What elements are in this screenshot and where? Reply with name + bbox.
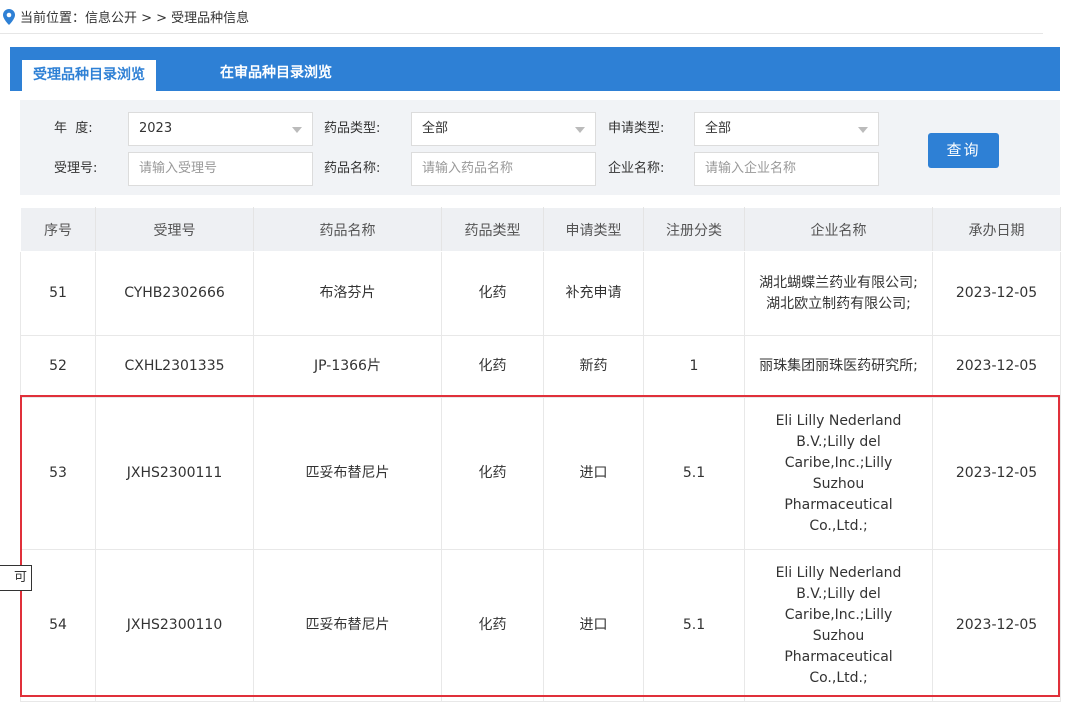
cell-accept-no[interactable]: JXHS2300111 [95,397,254,550]
cell-company: 湖北蝴蝶兰药业有限公司;湖北欧立制药有限公司; [744,251,933,336]
year-label: 年 度: [54,121,93,136]
col-header-accept-no: 受理号 [95,207,254,252]
cell-reg-class: 1 [643,335,745,398]
cell-reg-class: 5.1 [643,397,745,550]
cell-drug-name: 布洛芬片 [253,251,442,336]
results-table: 序号 受理号 药品名称 药品类型 申请类型 注册分类 企业名称 承办日期 51 … [20,207,1061,702]
cell-accept-no[interactable]: CYHB2302666 [95,251,254,336]
year-value: 2023 [139,121,173,136]
breadcrumb-text: 当前位置：信息公开 > > 受理品种信息 [20,11,250,26]
col-header-reg-class: 注册分类 [643,207,745,252]
cell-apply-type: 新药 [543,335,644,398]
drug-name-label: 药品名称: [324,161,381,176]
cell-drug-name: 匹妥布替尼片 [253,549,442,702]
col-header-apply-type: 申请类型 [543,207,644,252]
apply-type-select[interactable]: 全部 [694,112,879,146]
accept-no-label: 受理号: [54,161,98,176]
col-header-company: 企业名称 [744,207,933,252]
cell-reg-class [643,251,745,336]
cell-apply-type: 补充申请 [543,251,644,336]
cell-drug-type: 化药 [441,335,544,398]
cell-accept-no[interactable]: CXHL2301335 [95,335,254,398]
query-button[interactable]: 查询 [928,133,999,168]
cell-company: Eli Lilly Nederland B.V.;Lilly del Carib… [744,397,933,550]
cell-company: 丽珠集团丽珠医药研究所; [744,335,933,398]
apply-type-value: 全部 [705,121,732,136]
cell-drug-name: 匹妥布替尼片 [253,397,442,550]
cell-date: 2023-12-05 [932,549,1061,702]
tab-bar: 受理品种目录浏览 在审品种目录浏览 [10,47,1060,91]
cell-reg-class: 5.1 [643,549,745,702]
cell-date: 2023-12-05 [932,397,1061,550]
col-header-drug-type: 药品类型 [441,207,544,252]
tab-under-review-catalog[interactable]: 在审品种目录浏览 [186,58,366,91]
chevron-down-icon [858,127,868,133]
chevron-down-icon [575,127,585,133]
tab-accepted-catalog[interactable]: 受理品种目录浏览 [22,58,156,91]
tooltip: 可 [0,565,32,591]
cell-drug-type: 化药 [441,397,544,550]
cell-drug-type: 化药 [441,549,544,702]
cell-drug-name: JP-1366片 [253,335,442,398]
cell-date: 2023-12-05 [932,335,1061,398]
table-row: 52 CXHL2301335 JP-1366片 化药 新药 1 丽珠集团丽珠医药… [20,335,1061,398]
table-row: 53 JXHS2300111 匹妥布替尼片 化药 进口 5.1 Eli Lill… [20,397,1061,550]
year-select[interactable]: 2023 [128,112,313,146]
col-header-no: 序号 [20,207,96,252]
cell-apply-type: 进口 [543,549,644,702]
drug-type-value: 全部 [422,121,449,136]
company-input[interactable]: 请输入企业名称 [694,152,879,186]
table-header-row: 序号 受理号 药品名称 药品类型 申请类型 注册分类 企业名称 承办日期 [20,207,1061,252]
location-pin-icon [3,8,15,25]
drug-type-label: 药品类型: [324,121,381,136]
cell-company: Eli Lilly Nederland B.V.;Lilly del Carib… [744,549,933,702]
breadcrumb: 当前位置：信息公开 > > 受理品种信息 [0,0,1043,34]
cell-no: 51 [20,251,96,336]
col-header-drug-name: 药品名称 [253,207,442,252]
table-row: 54 JXHS2300110 匹妥布替尼片 化药 进口 5.1 Eli Lill… [20,549,1061,702]
drug-name-input[interactable]: 请输入药品名称 [411,152,596,186]
cell-no: 53 [20,397,96,550]
drug-type-select[interactable]: 全部 [411,112,596,146]
company-label: 企业名称: [608,161,665,176]
cell-date: 2023-12-05 [932,251,1061,336]
search-panel: 年 度: 2023 药品类型: 全部 申请类型: 全部 受理号: 请输入受理号 … [20,100,1060,195]
cell-accept-no[interactable]: JXHS2300110 [95,549,254,702]
cell-no: 52 [20,335,96,398]
table-row: 51 CYHB2302666 布洛芬片 化药 补充申请 湖北蝴蝶兰药业有限公司;… [20,251,1061,336]
cell-drug-type: 化药 [441,251,544,336]
cell-apply-type: 进口 [543,397,644,550]
col-header-date: 承办日期 [932,207,1061,252]
chevron-down-icon [292,127,302,133]
accept-no-input[interactable]: 请输入受理号 [128,152,313,186]
apply-type-label: 申请类型: [608,121,665,136]
